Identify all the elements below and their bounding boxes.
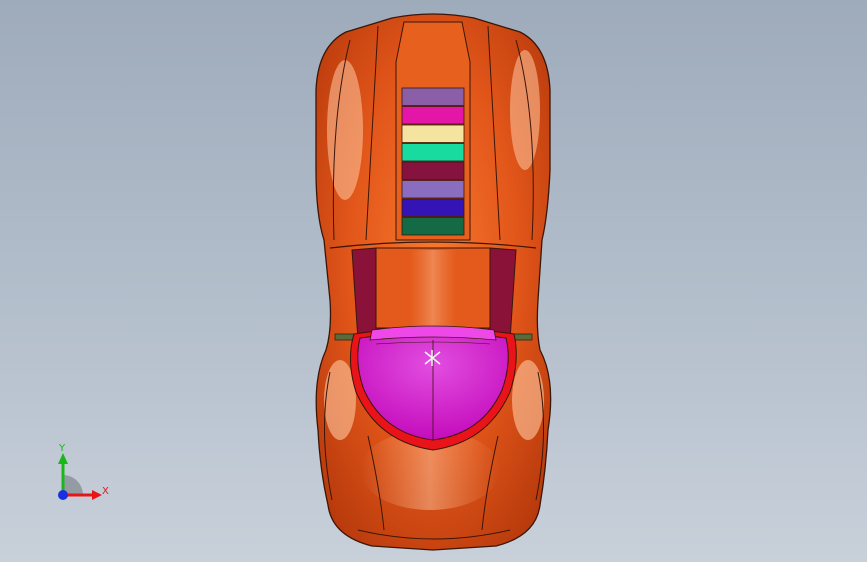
body-highlight-rear-right [512, 360, 544, 440]
graphics-viewport[interactable]: X Y [0, 0, 867, 562]
triad-y-label: Y [59, 443, 66, 454]
triad-x-arrow-icon [92, 490, 102, 500]
left-handle [334, 333, 356, 341]
triad-z-axis-icon [58, 490, 68, 500]
roof-shine [410, 250, 456, 326]
spine-stripe [401, 161, 465, 180]
body-highlight-left [327, 60, 363, 200]
spine-stripe [401, 180, 465, 199]
spine-stripe [401, 217, 465, 236]
triad-y-arrow-icon [58, 453, 68, 464]
spine-stripe [401, 124, 465, 143]
spine-stripe [401, 87, 465, 106]
spine-stripe [401, 143, 465, 162]
car-model-top-view[interactable] [0, 0, 867, 562]
spine-stripe [401, 198, 465, 217]
triad-x-label: X [102, 486, 109, 497]
body-highlight-right [510, 50, 540, 170]
spine-stripe [401, 106, 465, 125]
coordinate-triad: X Y [50, 440, 120, 510]
